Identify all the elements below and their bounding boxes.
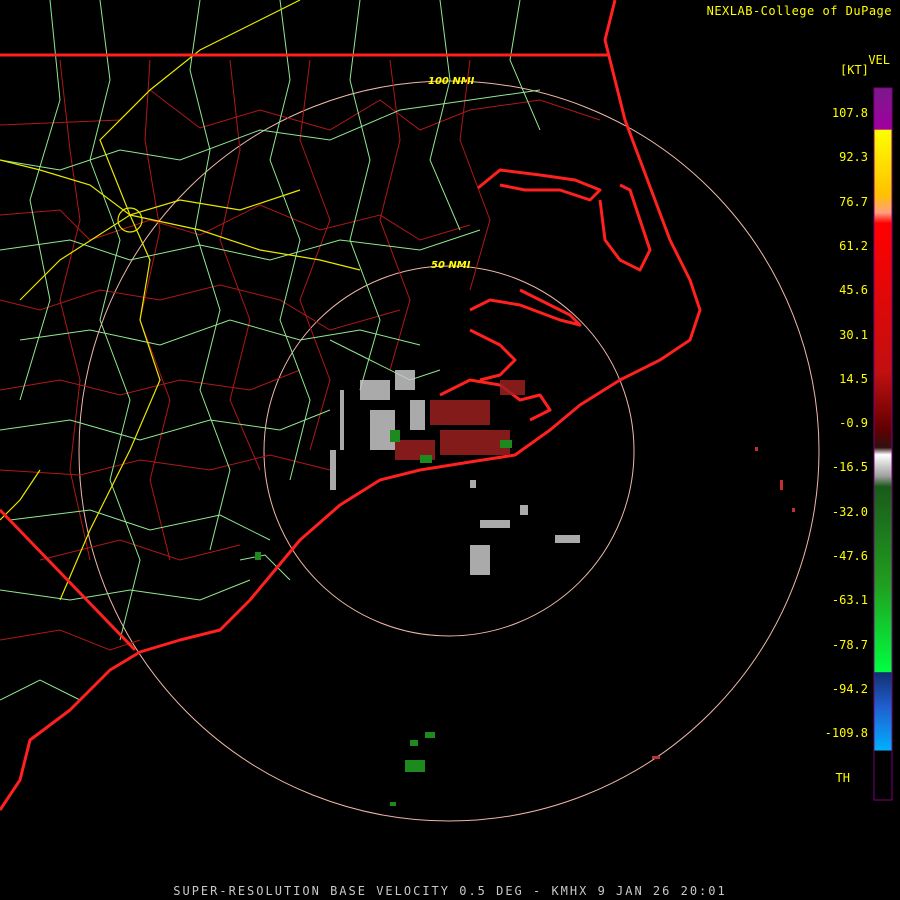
legend-tick-label: -78.7 bbox=[831, 637, 868, 652]
legend-tick-label: 61.2 bbox=[839, 238, 868, 253]
velocity-legend-bar bbox=[873, 87, 893, 801]
legend-tick-label: TH bbox=[835, 770, 850, 785]
legend-product-label: VEL bbox=[868, 53, 890, 67]
legend-tick-label: -47.6 bbox=[831, 549, 868, 563]
credit-text: NEXLAB-College of DuPage bbox=[706, 4, 892, 18]
legend-unit-label: [KT] bbox=[840, 63, 869, 77]
legend-tick-label: -63.1 bbox=[831, 593, 868, 608]
legend-tick-label: 76.7 bbox=[839, 194, 868, 209]
product-caption: SUPER-RESOLUTION BASE VELOCITY 0.5 DEG -… bbox=[173, 884, 727, 898]
legend-tick-label: -16.5 bbox=[831, 460, 868, 475]
range-ring-50-label: 50 NMI bbox=[431, 260, 471, 271]
radar-returns bbox=[255, 370, 795, 806]
legend-tick-label: 45.6 bbox=[839, 283, 868, 298]
legend-tick-label: 30.1 bbox=[839, 327, 868, 342]
legend-tick-label: -0.9 bbox=[839, 416, 868, 431]
legend-tick-label: -94.2 bbox=[831, 681, 868, 696]
legend-tick-label: 14.5 bbox=[839, 371, 868, 386]
legend-tick-label: -32.0 bbox=[831, 504, 868, 519]
legend-tick-label: 107.8 bbox=[831, 106, 868, 120]
coastline bbox=[0, 0, 702, 811]
legend-tick-label: 92.3 bbox=[839, 150, 868, 165]
legend-tick-label: -109.8 bbox=[824, 726, 868, 741]
radar-map: 100 NMI 50 NMI bbox=[0, 0, 893, 822]
state-borders bbox=[0, 53, 610, 652]
